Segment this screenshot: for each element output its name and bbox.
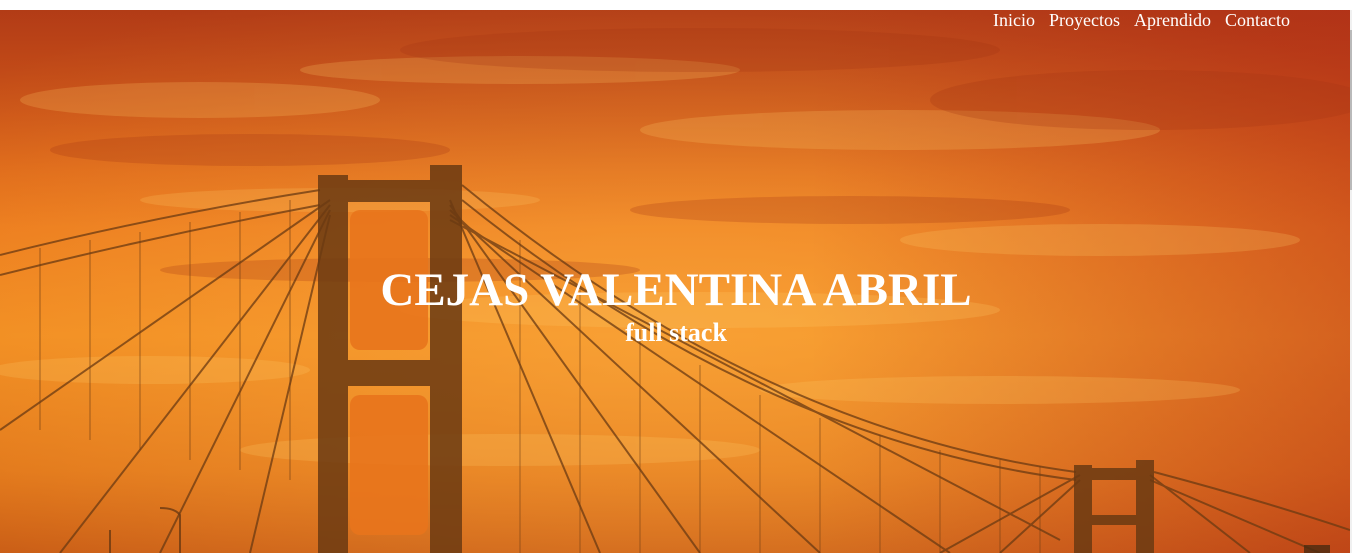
top-navigation: Inicio Proyectos Aprendido Contacto bbox=[993, 10, 1290, 30]
hero-title: CEJAS VALENTINA ABRIL bbox=[380, 264, 972, 316]
hero-text-block: CEJAS VALENTINA ABRIL full stack bbox=[0, 262, 1352, 348]
hero-subtitle: full stack bbox=[625, 318, 727, 347]
nav-link-proyectos[interactable]: Proyectos bbox=[1049, 10, 1120, 30]
nav-link-inicio[interactable]: Inicio bbox=[993, 10, 1035, 30]
nav-link-contacto[interactable]: Contacto bbox=[1225, 10, 1290, 30]
nav-link-aprendido[interactable]: Aprendido bbox=[1134, 10, 1211, 30]
